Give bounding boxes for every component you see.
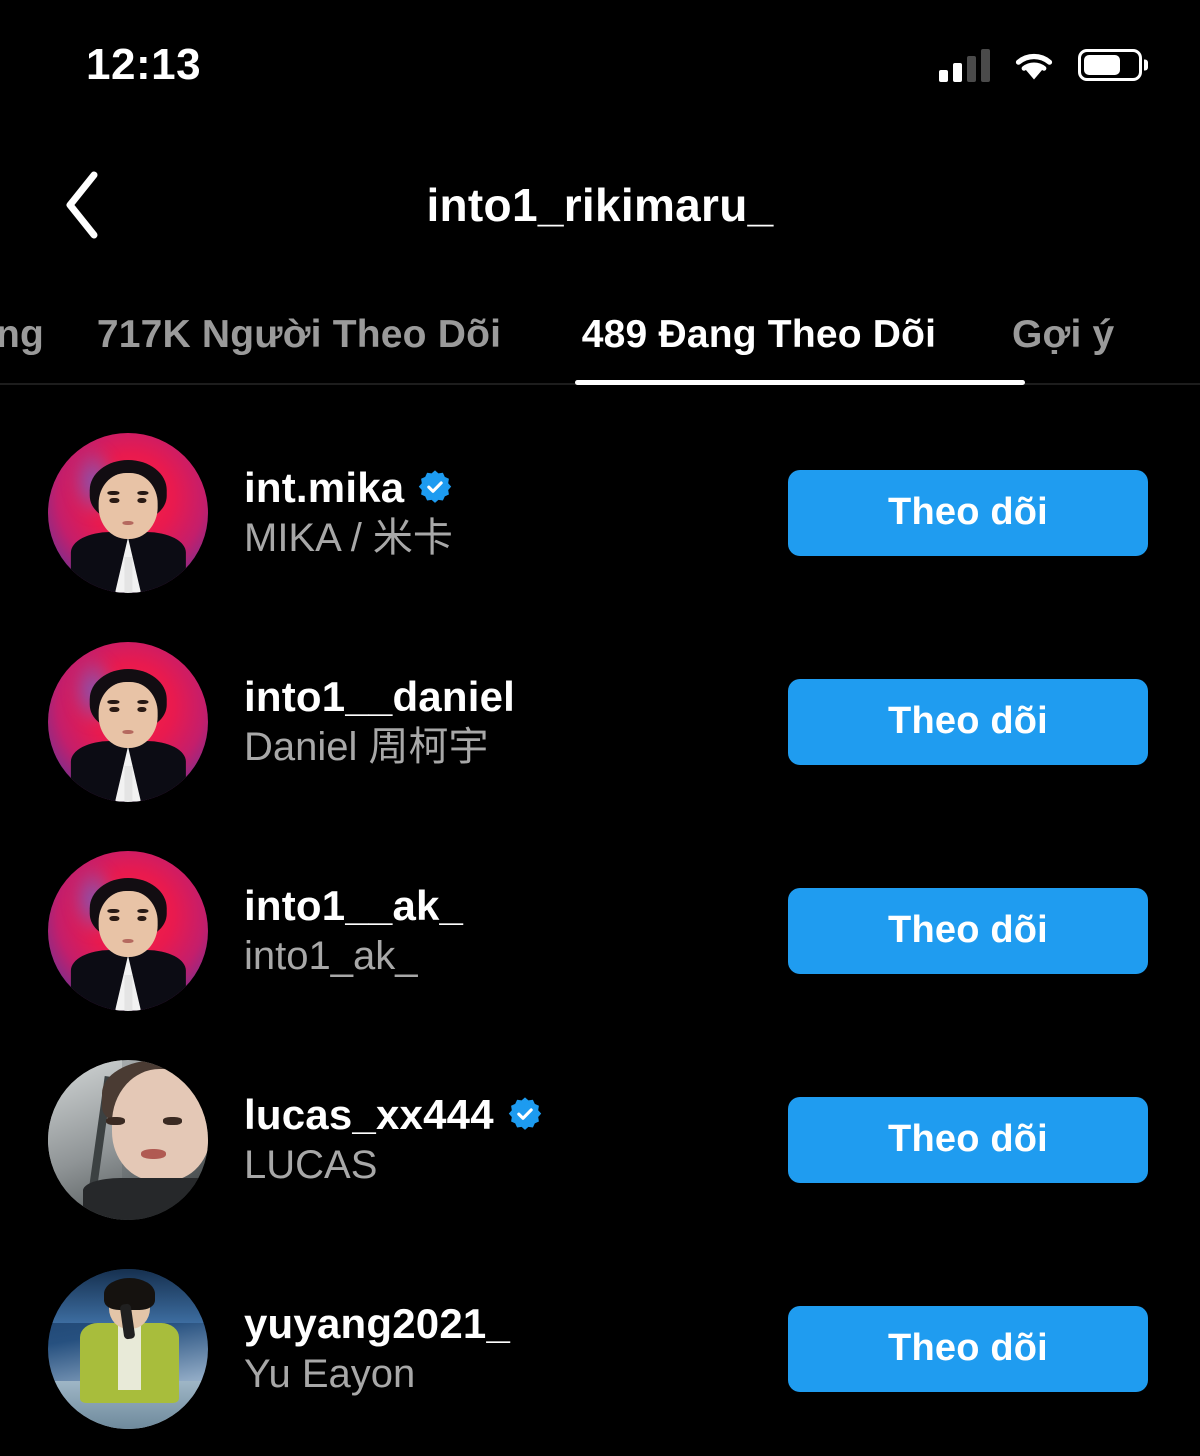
user-meta: yuyang2021_ Yu Eayon [244, 1300, 510, 1396]
avatar[interactable] [48, 432, 208, 593]
username[interactable]: into1__ak_ [244, 882, 463, 928]
user-meta: int.mika MIKA / 米卡 [244, 464, 453, 560]
profile-tabs: ung 717K Người Theo Dõi 489 Đang Theo Dõ… [0, 285, 1200, 385]
username[interactable]: int.mika [244, 464, 404, 510]
username[interactable]: into1__daniel [244, 673, 515, 719]
user-meta: lucas_xx444 LUCAS [244, 1091, 543, 1187]
follow-button[interactable]: Theo dõi [788, 678, 1148, 765]
table-row[interactable]: lucas_xx444 LUCAS Theo dõi [0, 1035, 1200, 1244]
full-name: MIKA / 米卡 [244, 515, 453, 560]
wifi-icon [1012, 48, 1056, 82]
active-tab-indicator [575, 380, 1025, 385]
follow-button[interactable]: Theo dõi [788, 1096, 1148, 1183]
table-row[interactable]: yuyang2021_ Yu Eayon Theo dõi [0, 1244, 1200, 1453]
table-row[interactable]: into1__ak_ into1_ak_ Theo dõi [0, 826, 1200, 1035]
battery-icon [1078, 49, 1142, 81]
username[interactable]: yuyang2021_ [244, 1300, 510, 1346]
tab-following[interactable]: 489 Đang Theo Dõi [534, 313, 984, 357]
tab-followers[interactable]: 717K Người Theo Dõi [64, 313, 534, 357]
avatar-lucas [48, 1059, 208, 1220]
avatar[interactable] [48, 641, 208, 802]
follow-button[interactable]: Theo dõi [788, 887, 1148, 974]
avatar[interactable] [48, 850, 208, 1011]
username[interactable]: lucas_xx444 [244, 1091, 494, 1137]
verified-badge-icon [507, 1096, 543, 1132]
follow-button[interactable]: Theo dõi [788, 1305, 1148, 1392]
status-indicators [939, 48, 1142, 82]
verified-badge-icon [417, 469, 453, 505]
full-name: LUCAS [244, 1142, 378, 1187]
user-meta: into1__ak_ into1_ak_ [244, 882, 463, 978]
tab-posts[interactable]: ung [0, 313, 64, 357]
table-row[interactable]: into1__daniel Daniel 周柯宇 Theo dõi [0, 617, 1200, 826]
full-name: into1_ak_ [244, 933, 418, 978]
following-list: int.mika MIKA / 米卡 Theo dõi into1__danie… [0, 408, 1200, 1453]
tab-suggestions[interactable]: Gợi ý [984, 313, 1200, 357]
avatar[interactable] [48, 1268, 208, 1429]
status-bar: 12:13 [0, 0, 1200, 130]
user-meta: into1__daniel Daniel 周柯宇 [244, 673, 515, 769]
page-title: into1_rikimaru_ [426, 179, 774, 231]
avatar-into1-daniel [48, 641, 208, 802]
cellular-signal-icon [939, 48, 990, 82]
avatar-yuyang [48, 1268, 208, 1429]
avatar-int-mika [48, 432, 208, 593]
instagram-following-screen: 12:13 into1_rikimaru_ ng 717K Người Theo… [0, 0, 1200, 1456]
follow-button[interactable]: Theo dõi [788, 469, 1148, 556]
avatar-into1-ak [48, 850, 208, 1011]
full-name: Daniel 周柯宇 [244, 724, 489, 769]
avatar[interactable] [48, 1059, 208, 1220]
table-row[interactable]: int.mika MIKA / 米卡 Theo dõi [0, 408, 1200, 617]
navigation-bar: into1_rikimaru_ [0, 130, 1200, 280]
full-name: Yu Eayon [244, 1351, 416, 1396]
status-time: 12:13 [86, 40, 202, 89]
